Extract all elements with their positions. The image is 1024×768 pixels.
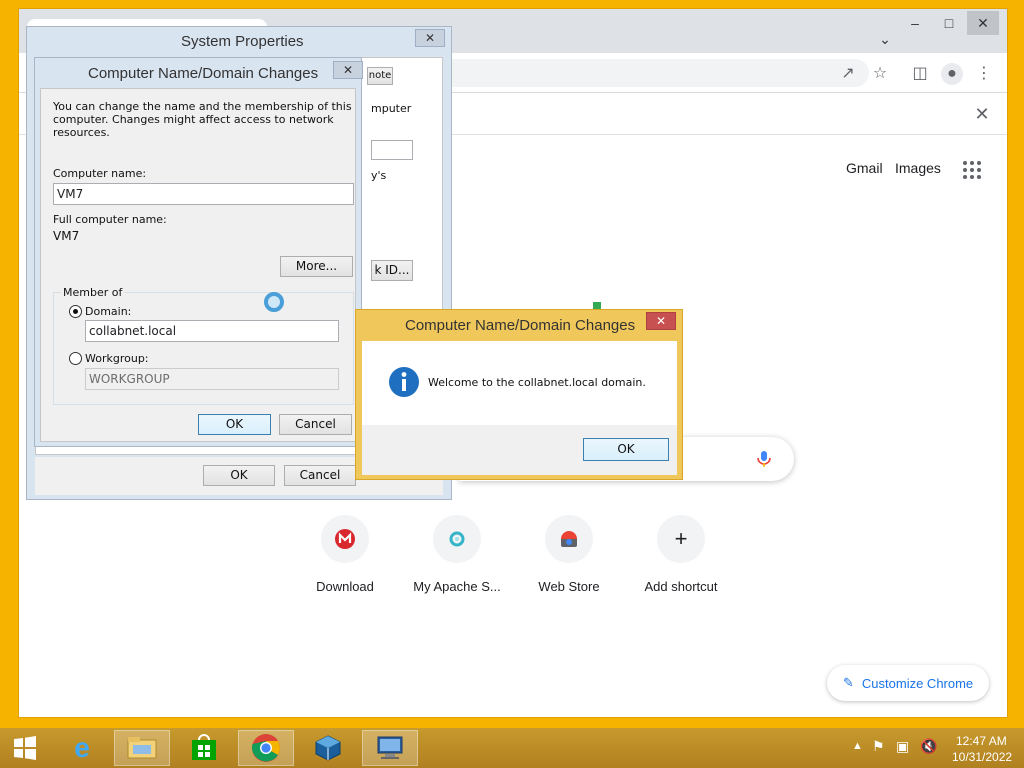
- google-apps-icon[interactable]: [963, 161, 981, 179]
- domain-field[interactable]: collabnet.local: [85, 320, 339, 342]
- sysprop-ok-button[interactable]: OK: [203, 465, 275, 486]
- welcome-dialog: Computer Name/Domain Changes ✕ Welcome t…: [355, 309, 683, 480]
- profile-avatar-icon[interactable]: ●: [941, 63, 963, 85]
- computer-name-field[interactable]: VM7: [53, 183, 354, 205]
- network-icon[interactable]: ▣: [896, 738, 909, 755]
- windows-store-icon: [192, 734, 216, 760]
- sysprop-cancel-button[interactable]: Cancel: [284, 465, 356, 486]
- info-icon: [389, 367, 419, 397]
- shortcut-tile[interactable]: Web Store: [513, 509, 625, 609]
- explorer-taskbar-item[interactable]: [114, 730, 170, 766]
- virtualbox-taskbar-item[interactable]: [300, 730, 356, 766]
- close-button[interactable]: ✕: [415, 29, 445, 47]
- tab-search-chevron-icon[interactable]: ⌄: [869, 27, 901, 51]
- chrome-taskbar-item[interactable]: [238, 730, 294, 766]
- apache-icon: [433, 515, 481, 563]
- full-name-value: VM7: [53, 229, 80, 243]
- images-link[interactable]: Images: [895, 160, 941, 176]
- behind-text: mputer: [371, 102, 412, 115]
- welcome-message: Welcome to the collabnet.local domain.: [428, 376, 646, 389]
- customize-chrome-label: Customize Chrome: [861, 675, 974, 691]
- tab-remote[interactable]: note: [367, 67, 393, 85]
- full-name-label: Full computer name:: [53, 213, 167, 226]
- shortcut-tile[interactable]: Download: [289, 509, 401, 609]
- busy-cursor-icon: [264, 292, 284, 312]
- file-explorer-icon: [127, 737, 157, 759]
- welcome-ok-button[interactable]: OK: [583, 438, 669, 461]
- shortcut-label: Web Store: [538, 579, 600, 594]
- shortcut-tile[interactable]: My Apache S...: [401, 509, 513, 609]
- webstore-icon: [545, 515, 593, 563]
- workgroup-label: Workgroup:: [85, 352, 149, 365]
- close-infobar-icon[interactable]: ✕: [971, 103, 993, 125]
- member-of-label: Member of: [61, 286, 125, 299]
- mega-icon: [321, 515, 369, 563]
- volume-muted-icon[interactable]: 🔇: [920, 738, 937, 755]
- store-taskbar-item[interactable]: [176, 730, 232, 766]
- shortcut-label: Download: [316, 579, 374, 594]
- name-cancel-button[interactable]: Cancel: [279, 414, 352, 435]
- windows-logo-icon: [14, 736, 36, 760]
- minimize-button[interactable]: –: [899, 11, 931, 35]
- dialog-title: Computer Name/Domain Changes: [405, 317, 636, 334]
- show-hidden-icons-icon[interactable]: ▲: [852, 740, 863, 752]
- domain-label: Domain:: [85, 305, 132, 318]
- maximize-button[interactable]: □: [933, 11, 965, 35]
- close-window-button[interactable]: ✕: [967, 11, 999, 35]
- internet-explorer-icon: e: [74, 732, 90, 763]
- action-center-flag-icon[interactable]: ⚑: [872, 738, 885, 755]
- ie-taskbar-item[interactable]: e: [54, 730, 110, 766]
- domain-radio[interactable]: [69, 305, 82, 318]
- system-properties-taskbar-item[interactable]: [362, 730, 418, 766]
- workgroup-radio[interactable]: [69, 352, 82, 365]
- dialog-title: Computer Name/Domain Changes: [88, 65, 319, 82]
- customize-chrome-button[interactable]: ✎ Customize Chrome: [827, 665, 989, 701]
- shortcut-tile[interactable]: + Add shortcut: [625, 509, 737, 609]
- description-field[interactable]: [371, 140, 413, 160]
- share-icon[interactable]: ↗: [837, 63, 859, 85]
- chrome-icon: [252, 734, 280, 762]
- plus-icon: +: [657, 515, 705, 563]
- bookmark-star-icon[interactable]: ☆: [869, 63, 891, 85]
- dialog-title: System Properties: [181, 33, 304, 50]
- shortcut-label: Add shortcut: [644, 579, 718, 594]
- computer-icon: [377, 736, 403, 759]
- pencil-icon: ✎: [843, 675, 854, 690]
- side-panel-icon[interactable]: ◫: [909, 63, 931, 85]
- workgroup-field[interactable]: WORKGROUP: [85, 368, 339, 390]
- computer-name-label: Computer name:: [53, 167, 147, 180]
- network-id-button[interactable]: k ID...: [371, 260, 413, 281]
- close-button[interactable]: ✕: [333, 61, 363, 79]
- clock-date[interactable]: 10/31/2022: [952, 750, 1012, 764]
- shortcut-label: My Apache S...: [413, 579, 501, 594]
- intro-text: You can change the name and the membersh…: [53, 100, 352, 139]
- name-ok-button[interactable]: OK: [198, 414, 271, 435]
- gmail-link[interactable]: Gmail: [846, 160, 883, 176]
- voice-search-mic-icon[interactable]: [755, 450, 773, 468]
- clock-time[interactable]: 12:47 AM: [956, 734, 1007, 748]
- start-button[interactable]: [0, 730, 50, 766]
- more-button[interactable]: More...: [280, 256, 353, 277]
- behind-text: y's: [371, 169, 387, 182]
- virtualbox-icon: [315, 735, 341, 761]
- kebab-menu-icon[interactable]: ⋮: [973, 63, 995, 85]
- computer-name-dialog: Computer Name/Domain Changes ✕ You can c…: [34, 57, 363, 447]
- close-button[interactable]: ✕: [646, 312, 676, 330]
- taskbar: e ▲ ⚑ ▣ 🔇 12:47 AM 10/31/2022: [0, 728, 1024, 768]
